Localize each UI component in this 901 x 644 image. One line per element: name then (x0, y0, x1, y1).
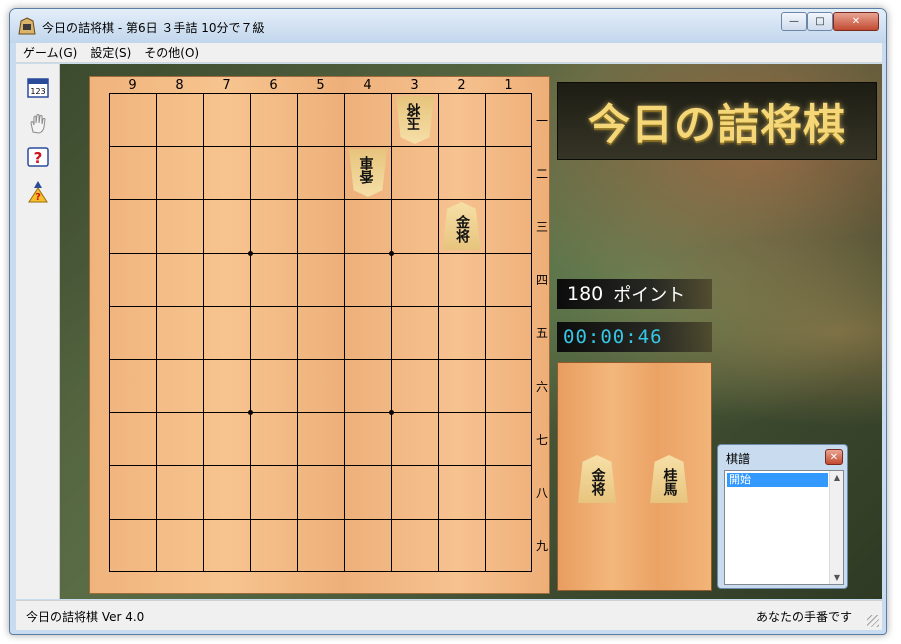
status-version: 今日の詰将棋 Ver 4.0 (26, 610, 145, 624)
rank-label: 四 (535, 273, 548, 288)
menu-game[interactable]: ゲーム(G) (17, 44, 83, 61)
rank-label: 七 (535, 432, 548, 447)
hand-icon (30, 114, 46, 134)
grid-line-horizontal (110, 359, 531, 360)
board-piece-label: 香車 (359, 155, 375, 184)
status-bar: 今日の詰将棋 Ver 4.0 あなたの手番です (16, 600, 882, 630)
grab-button[interactable] (26, 112, 50, 136)
board-piece[interactable]: 金将 (442, 202, 481, 250)
grid-line-vertical (203, 94, 204, 571)
maximize-button[interactable]: □ (807, 12, 833, 31)
grid-line-vertical (391, 94, 392, 571)
menu-other[interactable]: その他(O) (138, 44, 205, 61)
file-label: 7 (222, 78, 231, 93)
hand-piece-gold-label: 金将 (589, 468, 606, 496)
board-piece-label: 玉将 (406, 102, 422, 131)
file-label: 9 (128, 78, 137, 93)
grid-line-horizontal (110, 199, 531, 201)
file-label: 8 (175, 78, 184, 93)
hint-icon: ? (27, 147, 49, 167)
timer-display: 00:00:46 (557, 322, 712, 352)
score-display: 180 ポイント (557, 279, 712, 309)
minimize-button[interactable]: — (781, 12, 807, 31)
file-label: 1 (504, 78, 513, 93)
file-label: 2 (457, 78, 466, 93)
kifu-scrollbar[interactable]: ▲ ▼ (829, 471, 843, 584)
title-bar: 今日の詰将棋 - 第6日 ３手詰 10分で７級 — □ ✕ (10, 9, 886, 43)
rank-label: 一 (535, 113, 548, 128)
app-window: 今日の詰将棋 - 第6日 ３手詰 10分で７級 — □ ✕ ゲーム(G) 設定(… (9, 8, 887, 635)
scroll-down-icon[interactable]: ▼ (832, 573, 842, 582)
app-icon (18, 17, 36, 35)
grid-line-horizontal (110, 252, 531, 254)
file-label: 6 (269, 78, 278, 93)
grid-line-horizontal (110, 412, 531, 414)
rank-label: 五 (535, 326, 548, 341)
hint-button[interactable]: ? (26, 146, 50, 170)
answer-icon: ? (28, 181, 48, 203)
board-piece-label: 金将 (454, 215, 470, 243)
menu-bar: ゲーム(G) 設定(S) その他(O) (16, 43, 882, 63)
star-point (389, 410, 394, 416)
grid-line-vertical (297, 94, 298, 571)
grid-line-vertical (250, 94, 251, 571)
star-point (248, 250, 253, 256)
kifu-move-list[interactable]: 開始 ▲ ▼ (724, 470, 844, 585)
kifu-move-item[interactable]: 開始 (727, 473, 828, 487)
rank-label: 三 (535, 220, 548, 234)
rank-label: 八 (535, 486, 548, 500)
hand-piece-knight[interactable]: 桂馬 (650, 455, 688, 503)
scroll-up-icon[interactable]: ▲ (832, 473, 842, 482)
answer-button[interactable]: ? (26, 180, 50, 204)
rank-label: 六 (535, 379, 548, 394)
grid-line-vertical (485, 94, 486, 571)
board-grid[interactable] (109, 93, 532, 572)
kifu-close-button[interactable]: ✕ (825, 449, 843, 465)
grid-line-horizontal (110, 465, 531, 467)
file-label: 3 (410, 78, 419, 93)
calendar-button[interactable]: 123 (26, 76, 50, 100)
kifu-title: 棋譜 (726, 452, 751, 466)
window-title: 今日の詰将棋 - 第6日 ３手詰 10分で７級 (42, 21, 265, 35)
file-label: 4 (363, 78, 372, 93)
grid-line-vertical (438, 94, 439, 571)
rank-label: 九 (535, 539, 548, 554)
star-point (389, 250, 394, 256)
svg-text:?: ? (35, 192, 41, 203)
grid-line-horizontal (110, 146, 531, 148)
grid-line-vertical (156, 94, 157, 571)
score-value: 180 (567, 283, 604, 305)
close-button[interactable]: ✕ (833, 12, 879, 31)
pieces-in-hand[interactable]: 金将 桂馬 (557, 362, 712, 591)
timer-value: 00:00:46 (563, 326, 663, 348)
star-point (248, 410, 253, 416)
grid-line-horizontal (110, 305, 531, 307)
status-turn: あなたの手番です (755, 610, 852, 624)
svg-text:?: ? (34, 149, 43, 167)
grid-line-horizontal (110, 518, 531, 520)
hand-piece-knight-label: 桂馬 (661, 468, 678, 496)
board-piece[interactable]: 香車 (349, 149, 387, 197)
shogi-board[interactable]: 9 8 7 6 5 4 3 2 1 一二三四五六七八九 玉将香車金将 (89, 76, 550, 594)
game-logo: 今日の詰将棋 (557, 82, 877, 160)
rank-label: 二 (535, 166, 548, 181)
logo-text: 今日の詰将棋 (587, 99, 846, 149)
grid-line-vertical (344, 94, 345, 571)
score-unit: ポイント (613, 285, 686, 306)
toolbar: 123 ? ? (16, 64, 60, 599)
calendar-icon: 123 (27, 78, 49, 98)
svg-text:123: 123 (30, 87, 45, 96)
file-label: 5 (316, 78, 325, 93)
menu-settings[interactable]: 設定(S) (84, 44, 137, 61)
hand-piece-gold[interactable]: 金将 (578, 455, 616, 503)
kifu-window: 棋譜 ✕ 開始 ▲ ▼ (717, 444, 848, 589)
board-piece[interactable]: 玉将 (396, 96, 434, 144)
resize-grip-icon[interactable] (867, 615, 879, 627)
